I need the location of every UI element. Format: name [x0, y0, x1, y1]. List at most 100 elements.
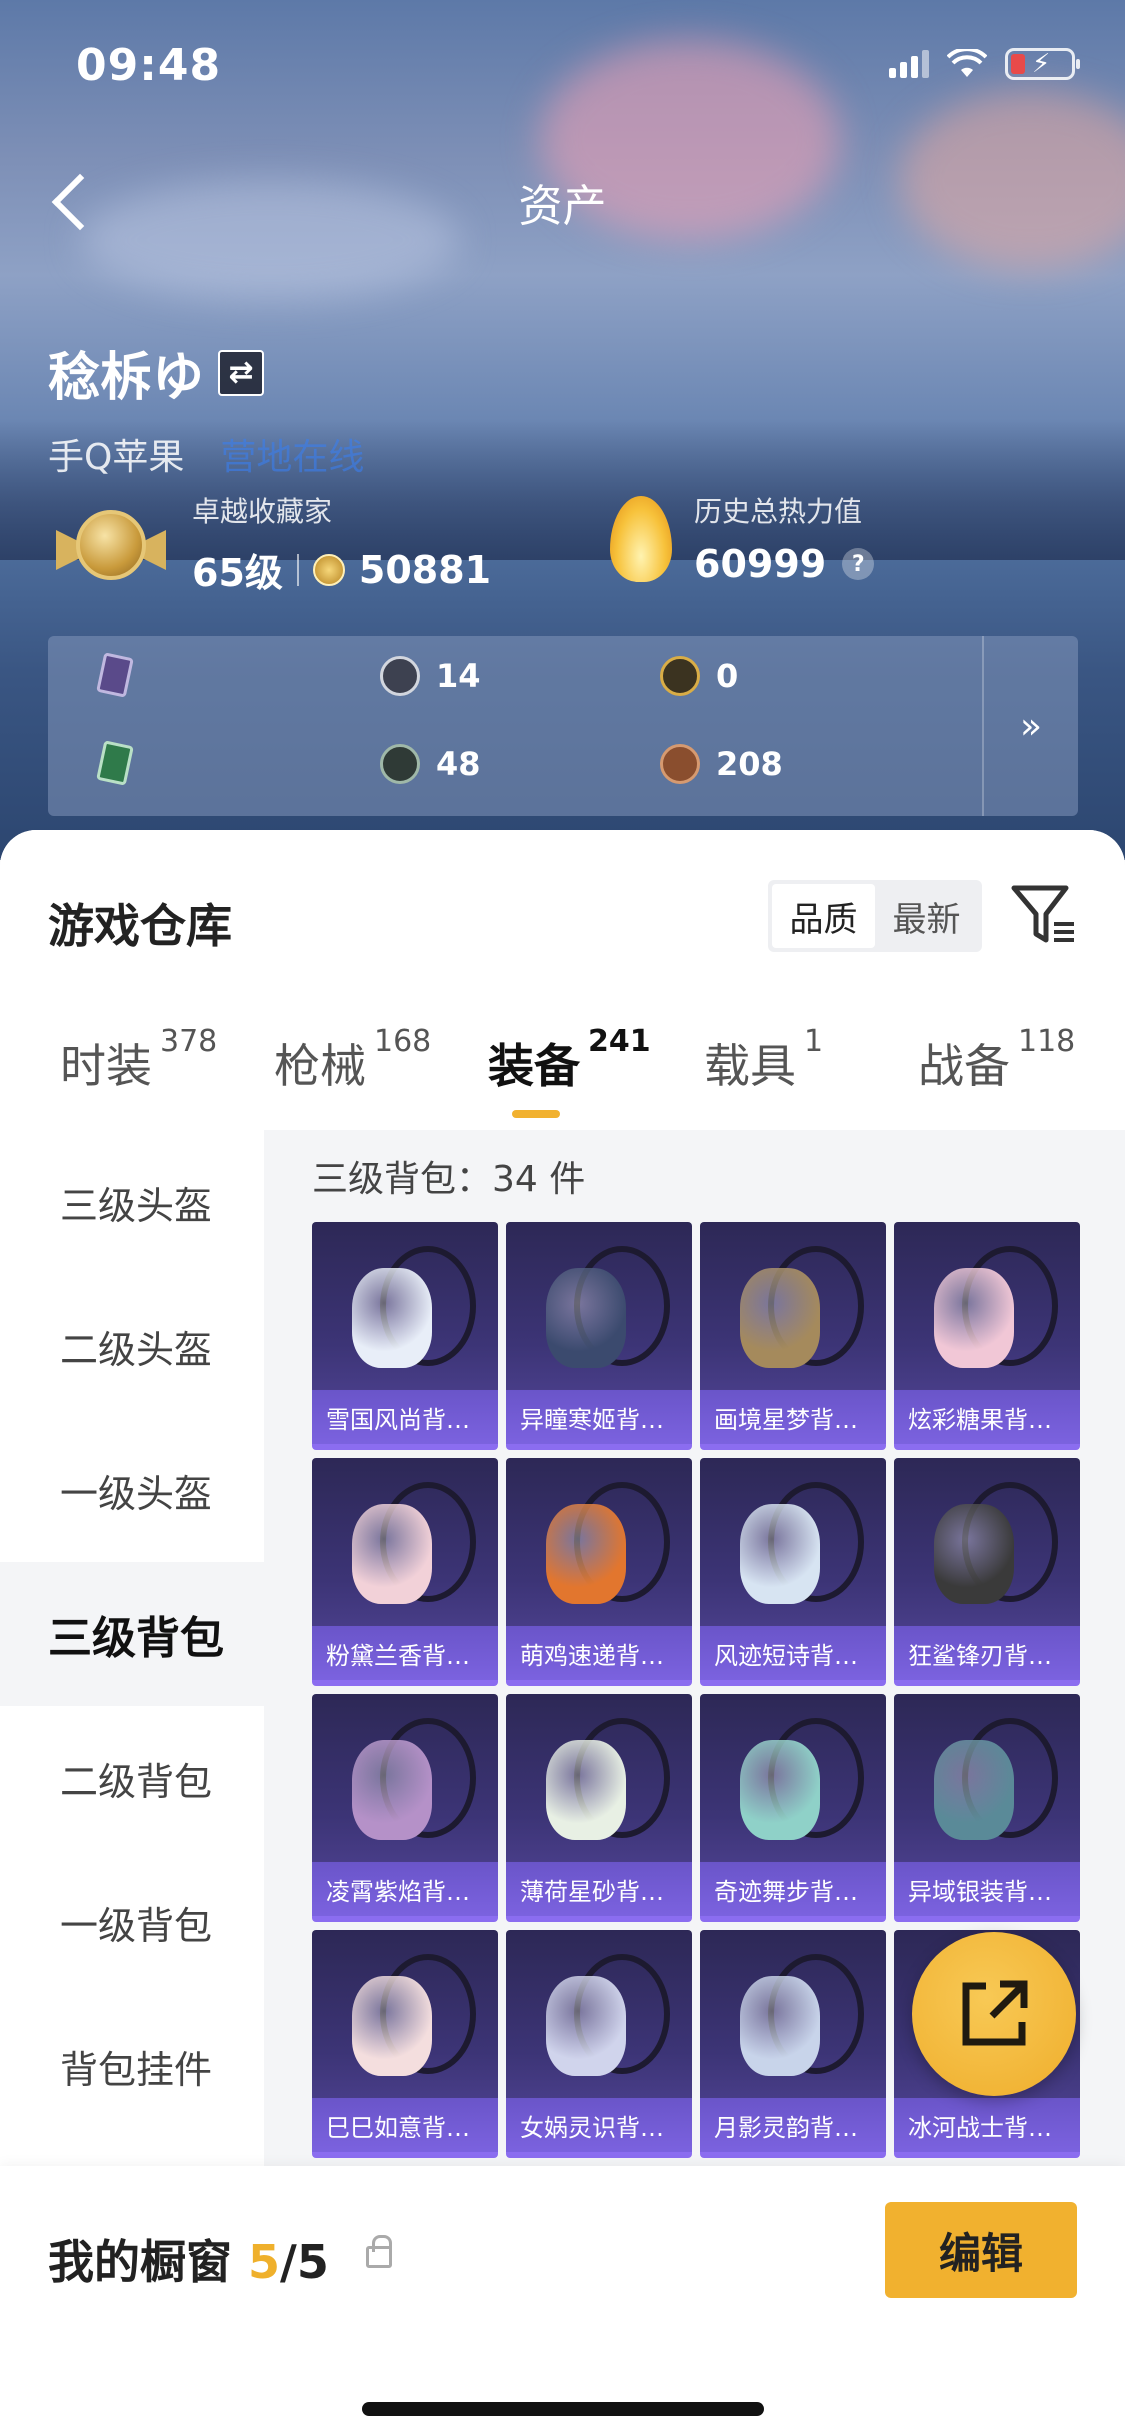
- wifi-icon: [947, 49, 987, 77]
- page-title: 资产: [518, 181, 607, 232]
- home-indicator: [362, 2402, 764, 2416]
- backpack-icon: [352, 1504, 432, 1604]
- item-card[interactable]: 画境星梦背…: [700, 1222, 886, 1450]
- warehouse-title: 游戏仓库: [48, 899, 232, 953]
- lock-icon: [366, 2235, 392, 2268]
- sidebar-item-backpack-1[interactable]: 一级背包: [0, 1850, 264, 1994]
- item-name: 冰河战士背…: [894, 2098, 1080, 2152]
- tab-label: 枪械: [274, 1039, 366, 1093]
- sidebar-item-backpack-3[interactable]: 三级背包: [0, 1562, 264, 1706]
- item-name: 异瞳寒姬背…: [506, 1390, 692, 1444]
- share-button[interactable]: [912, 1932, 1076, 2096]
- sort-toggle: 品质 最新: [768, 880, 982, 952]
- user-name: 稔柝ゆ: [48, 348, 205, 408]
- item-card[interactable]: 雪国风尚背…: [312, 1222, 498, 1450]
- tab-label: 载具: [704, 1039, 796, 1093]
- stats-row: 卓越收藏家 65级 50881 历史总热力值 60999 ?: [56, 490, 1069, 600]
- sidebar-item-backpack-charm[interactable]: 背包挂件: [0, 1994, 264, 2138]
- backpack-icon: [352, 1740, 432, 1840]
- showcase-bar: 我的橱窗 5/5 编辑: [0, 2166, 1125, 2436]
- help-icon[interactable]: ?: [842, 548, 875, 580]
- item-name: 奇迹舞步背…: [700, 1862, 886, 1916]
- backpack-icon: [546, 1740, 626, 1840]
- item-name: 凌霄紫焰背…: [312, 1862, 498, 1916]
- item-card[interactable]: 风迹短诗背…: [700, 1458, 886, 1686]
- item-card[interactable]: 凌霄紫焰背…: [312, 1694, 498, 1922]
- sidebar-item-backpack-2[interactable]: 二级背包: [0, 1706, 264, 1850]
- sort-quality-button[interactable]: 品质: [772, 884, 875, 948]
- expand-resources-button[interactable]: »: [982, 636, 1078, 816]
- category-tabs: 时装 378 枪械 168 装备 241 载具 1 战备 118: [0, 1024, 1125, 1130]
- tab-weapons[interactable]: 枪械 168: [274, 1024, 431, 1096]
- item-card[interactable]: 异域银装背…: [894, 1694, 1080, 1922]
- active-tab-indicator: [512, 1110, 560, 1118]
- item-name: 萌鸡速递背…: [506, 1626, 692, 1680]
- item-card[interactable]: 女娲灵识背…: [506, 1930, 692, 2158]
- tab-label: 战备: [918, 1039, 1010, 1093]
- divider: [296, 553, 299, 586]
- backpack-icon: [352, 1976, 432, 2076]
- switch-account-icon[interactable]: ⇄: [218, 349, 265, 396]
- sidebar-item-helmet-1[interactable]: 一级头盔: [0, 1418, 264, 1562]
- backpack-icon: [352, 1268, 432, 1368]
- tab-equipment[interactable]: 装备 241: [488, 1024, 651, 1118]
- tab-label: 装备: [488, 1039, 580, 1093]
- backpack-icon: [934, 1268, 1014, 1368]
- item-name: 狂鲨锋刃背…: [894, 1626, 1080, 1680]
- showcase-title: 我的橱窗: [48, 2235, 232, 2289]
- item-card[interactable]: 月影灵韵背…: [700, 1930, 886, 2158]
- item-card[interactable]: 萌鸡速递背…: [506, 1458, 692, 1686]
- backpack-icon: [546, 1976, 626, 2076]
- collector-level: 65级: [192, 551, 283, 595]
- item-name: 风迹短诗背…: [700, 1626, 886, 1680]
- gray-coin-icon: [380, 656, 420, 696]
- edit-button[interactable]: 编辑: [885, 2202, 1077, 2298]
- backpack-icon: [740, 1740, 820, 1840]
- battery-icon: ⚡: [1005, 48, 1080, 80]
- item-name: 粉黛兰香背…: [312, 1626, 498, 1680]
- status-time: 09:48: [76, 40, 222, 91]
- resource-value: 0: [716, 657, 739, 695]
- collector-medal-icon: [56, 500, 166, 600]
- item-name: 巳巳如意背…: [312, 2098, 498, 2152]
- item-card[interactable]: 薄荷星砂背…: [506, 1694, 692, 1922]
- resource-value: 14: [436, 657, 481, 695]
- showcase-total: /5: [280, 2235, 329, 2289]
- flame-icon: [596, 490, 686, 590]
- sort-newest-button[interactable]: 最新: [875, 884, 978, 948]
- tab-label: 时装: [60, 1039, 152, 1093]
- dark-coin-icon: [380, 744, 420, 784]
- backpack-icon: [740, 1268, 820, 1368]
- showcase-label: 我的橱窗 5/5: [48, 2226, 329, 2292]
- resource-value: 48: [436, 745, 481, 783]
- coin-icon: [312, 553, 345, 586]
- warehouse-header: 游戏仓库 品质 最新 时装 378 枪械 168 装备 241 载具 1 战备 118: [0, 830, 1125, 1130]
- item-card[interactable]: 炫彩糖果背…: [894, 1222, 1080, 1450]
- tab-supplies[interactable]: 战备 118: [918, 1024, 1075, 1096]
- backpack-icon: [546, 1504, 626, 1604]
- tab-count: 118: [1018, 1024, 1076, 1059]
- filter-icon[interactable]: [1010, 880, 1076, 950]
- sidebar-item-helmet-3[interactable]: 三级头盔: [0, 1130, 264, 1274]
- item-card[interactable]: 粉黛兰香背…: [312, 1458, 498, 1686]
- signal-icon: [889, 50, 929, 78]
- heat-value: 60999: [694, 542, 827, 586]
- item-name: 女娲灵识背…: [506, 2098, 692, 2152]
- tab-vehicles[interactable]: 载具 1: [704, 1024, 823, 1096]
- online-status: 营地在线: [220, 437, 365, 478]
- item-card[interactable]: 巳巳如意背…: [312, 1930, 498, 2158]
- header-background: 09:48 ⚡ 资产 稔柝ゆ ⇄ 手Q苹果 营地在线 卓越收藏家 65级 508…: [0, 0, 1125, 860]
- resource-panel: 2 14 0 0 48 208 »: [48, 636, 1078, 816]
- item-name: 炫彩糖果背…: [894, 1390, 1080, 1444]
- tab-fashion[interactable]: 时装 378: [60, 1024, 217, 1096]
- nav-bar: 资产: [0, 160, 1125, 240]
- item-card[interactable]: 狂鲨锋刃背…: [894, 1458, 1080, 1686]
- bronze-coin-icon: [660, 744, 700, 784]
- backpack-icon: [546, 1268, 626, 1368]
- sidebar-item-helmet-2[interactable]: 二级头盔: [0, 1274, 264, 1418]
- tab-count: 378: [160, 1024, 218, 1059]
- item-card[interactable]: 异瞳寒姬背…: [506, 1222, 692, 1450]
- item-card[interactable]: 奇迹舞步背…: [700, 1694, 886, 1922]
- showcase-used: 5: [248, 2235, 281, 2289]
- tab-count: 1: [804, 1024, 824, 1059]
